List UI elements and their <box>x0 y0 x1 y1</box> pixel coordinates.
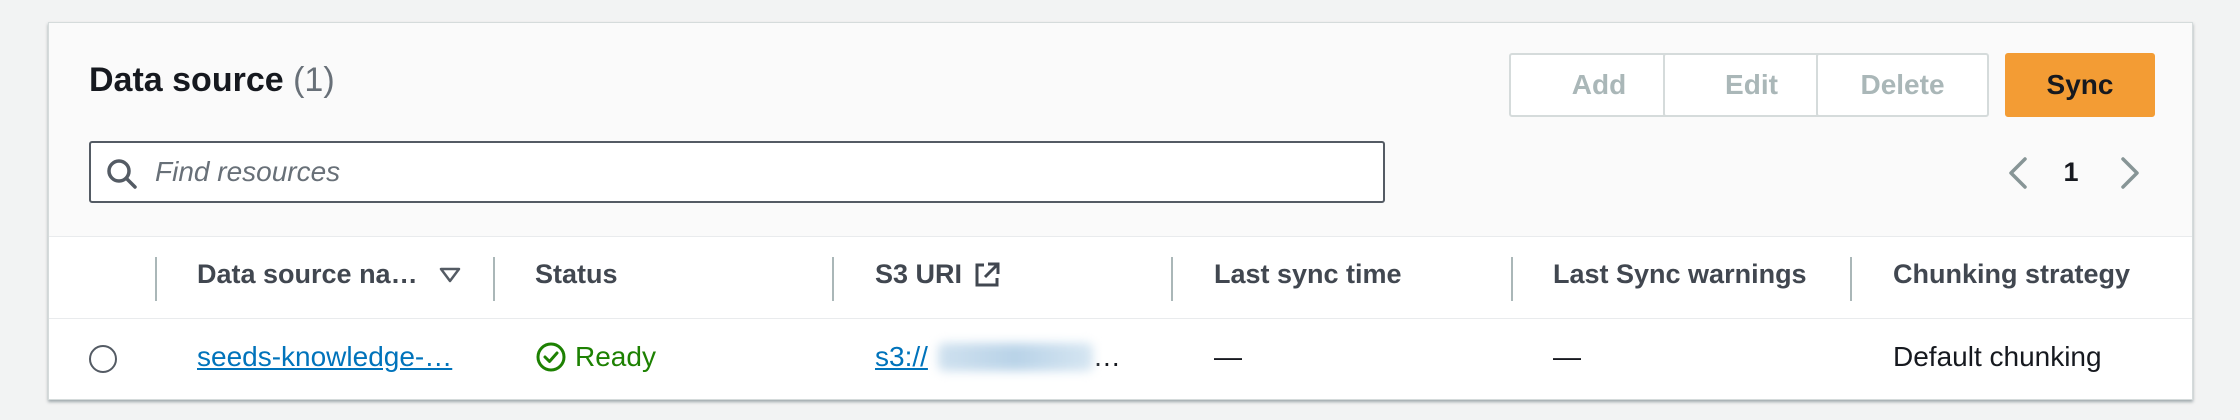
column-resizer[interactable] <box>493 257 495 301</box>
row-select-radio[interactable] <box>89 345 117 373</box>
last-sync-time-cell: — <box>1214 341 1242 373</box>
data-source-panel: Data source (1) Add Edit Delete Sync 1 <box>48 22 2193 400</box>
column-resizer[interactable] <box>832 257 834 301</box>
panel-title-text: Data source <box>89 61 284 99</box>
column-resizer[interactable] <box>1511 257 1513 301</box>
data-source-name-cell: seeds-knowledge-… <box>197 341 452 373</box>
column-header-last-sync-time: Last sync time <box>1214 259 1402 290</box>
column-divider <box>155 257 157 301</box>
edit-button[interactable]: Edit <box>1663 53 1840 117</box>
status-ready-icon <box>536 342 566 372</box>
sort-descending-icon[interactable] <box>438 263 462 287</box>
page-number[interactable]: 1 <box>2051 157 2091 188</box>
resource-count: (1) <box>293 61 335 99</box>
column-header-chunking-strategy: Chunking strategy <box>1893 259 2130 290</box>
pagination: 1 <box>1999 153 2149 193</box>
status-cell: Ready <box>535 341 656 373</box>
column-resizer[interactable] <box>1171 257 1173 301</box>
column-header-s3-uri-label: S3 URI <box>875 259 963 289</box>
column-resizer[interactable] <box>1850 257 1852 301</box>
sync-button[interactable]: Sync <box>2005 53 2155 117</box>
table-row[interactable]: seeds-knowledge-… Ready s3:// … — — Defa… <box>49 319 2192 401</box>
panel-header: Data source (1) Add Edit Delete Sync 1 <box>49 23 2192 237</box>
column-header-last-sync-warnings-label: Last Sync warnings <box>1553 259 1807 289</box>
column-header-name-label: Data source na… <box>197 259 418 289</box>
panel-title: Data source (1) <box>89 61 335 100</box>
status-text: Ready <box>575 341 656 372</box>
chunking-strategy-cell: Default chunking <box>1893 341 2102 373</box>
column-header-last-sync-warnings: Last Sync warnings <box>1553 259 1807 290</box>
column-header-status-label: Status <box>535 259 618 289</box>
search-box[interactable] <box>89 141 1385 203</box>
s3-uri-cell: s3:// … <box>875 341 1121 373</box>
add-button[interactable]: Add <box>1509 53 1689 117</box>
chevron-right-icon[interactable] <box>2109 153 2149 193</box>
last-sync-warnings-value: — <box>1553 341 1581 372</box>
chevron-left-icon[interactable] <box>1999 153 2039 193</box>
column-header-name[interactable]: Data source na… <box>197 259 462 290</box>
search-icon <box>107 159 137 189</box>
chunking-strategy-value: Default chunking <box>1893 341 2102 372</box>
search-input[interactable] <box>155 143 1375 201</box>
column-header-last-sync-time-label: Last sync time <box>1214 259 1402 289</box>
s3-uri-link[interactable]: s3:// <box>875 341 928 373</box>
table-header: Data source na… Status S3 URI Last sync … <box>49 237 2192 319</box>
delete-button[interactable]: Delete <box>1816 53 1989 117</box>
redacted-bucket-name <box>937 343 1093 371</box>
column-header-s3-uri: S3 URI <box>875 259 1002 290</box>
column-header-chunking-strategy-label: Chunking strategy <box>1893 259 2131 289</box>
last-sync-time-value: — <box>1214 341 1242 372</box>
s3-uri-truncation: … <box>1092 341 1121 372</box>
data-source-name-link[interactable]: seeds-knowledge-… <box>197 341 452 373</box>
last-sync-warnings-cell: — <box>1553 341 1581 373</box>
external-link-icon <box>975 262 1000 286</box>
column-header-status: Status <box>535 259 618 290</box>
